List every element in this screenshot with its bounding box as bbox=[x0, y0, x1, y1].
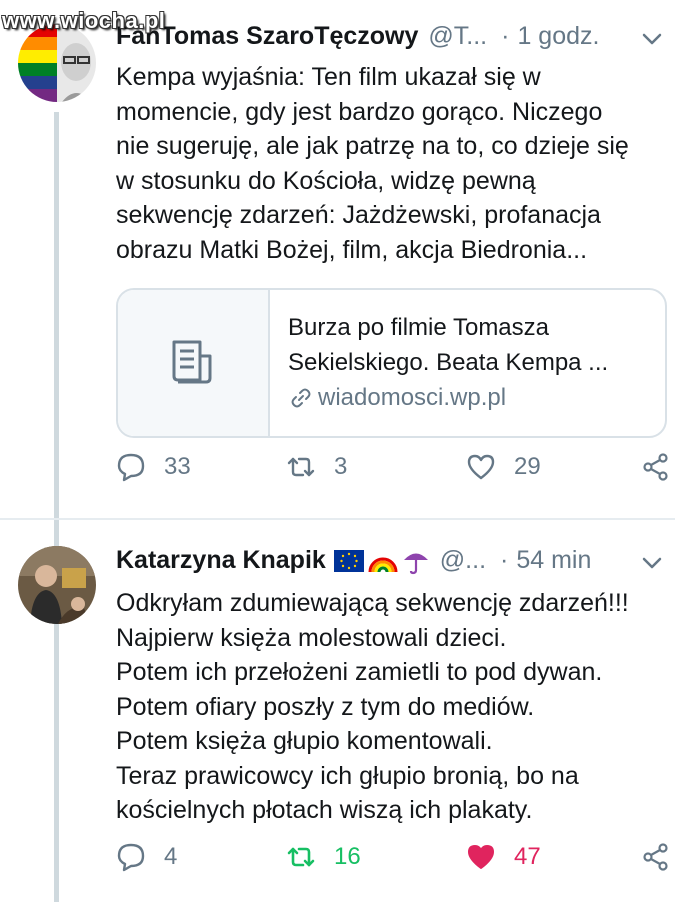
retweet-button[interactable]: 3 bbox=[286, 452, 347, 482]
timestamp[interactable]: 1 godz. bbox=[517, 22, 599, 51]
avatar[interactable] bbox=[18, 546, 96, 624]
like-button[interactable]: 29 bbox=[466, 452, 541, 482]
tweet-text-line: Teraz prawicowcy ich głupio bronią, bo n… bbox=[116, 761, 579, 790]
link-icon bbox=[291, 388, 311, 407]
rainbow-icon bbox=[368, 557, 398, 572]
heart-icon bbox=[468, 845, 494, 869]
tweet-text-line: obrazu Matki Bożej, film, akcja Biedroni… bbox=[116, 235, 588, 264]
share-icon bbox=[643, 843, 668, 871]
tweet-header: Katarzyna Knapik @... · 54 min bbox=[116, 546, 591, 575]
card-text: Burza po filmie Tomasza Sekielskiego. Be… bbox=[288, 310, 608, 415]
separator-dot: · bbox=[500, 546, 509, 574]
eu-flag-icon bbox=[333, 549, 364, 572]
retweet-icon bbox=[287, 847, 315, 867]
reply-icon bbox=[117, 843, 145, 872]
tweet-text-line: Potem księża głupio komentowali. bbox=[116, 727, 493, 755]
card-domain: wiadomosci.wp.pl bbox=[288, 380, 608, 415]
separator-dot: · bbox=[501, 22, 510, 50]
reply-button[interactable]: 33 bbox=[116, 452, 191, 482]
display-name[interactable]: Katarzyna Knapik bbox=[116, 546, 326, 575]
chevron-down-icon[interactable] bbox=[639, 26, 665, 52]
card-domain-text: wiadomosci.wp.pl bbox=[318, 384, 507, 411]
tweet-text-line: sekwencję zdarzeń: Jażdżewski, profanacj… bbox=[116, 201, 601, 229]
tweet-text-line: nie sugeruję, ale jak patrzę na to, co d… bbox=[116, 132, 629, 160]
handle[interactable]: @... bbox=[440, 546, 486, 575]
tweet-header: FanTomas SzaroTęczowy @T... · 1 godz. bbox=[116, 22, 599, 51]
tweet-text-line: Potem ofiary poszły z tym do mediów. bbox=[116, 692, 535, 721]
share-icon bbox=[643, 453, 668, 481]
tweet-actions: 33 3 29 bbox=[116, 452, 671, 492]
watermark: www.wiocha.pl bbox=[2, 8, 166, 33]
card-thumbnail bbox=[118, 290, 270, 436]
tweet-text-line: Potem ich przełożeni zamietli to pod dyw… bbox=[116, 658, 603, 686]
like-count: 29 bbox=[514, 453, 541, 480]
card-title-line: Sekielskiego. Beata Kempa ... bbox=[288, 349, 609, 376]
timestamp[interactable]: 54 min bbox=[516, 546, 591, 575]
heart-icon bbox=[467, 454, 495, 480]
like-button[interactable]: 47 bbox=[466, 842, 541, 872]
tweet-text: Odkryłam zdumiewającą sekwencję zdarzeń!… bbox=[116, 586, 661, 828]
tweet-text-line: w stosunku do Kościoła, widzę pewną bbox=[116, 166, 536, 195]
tweet-text-line: Najpierw księża molestowali dzieci. bbox=[116, 623, 507, 652]
retweet-button[interactable]: 16 bbox=[286, 842, 361, 872]
avatar[interactable] bbox=[18, 24, 96, 102]
card-title-line: Burza po filmie Tomasza bbox=[288, 314, 549, 341]
tweet-text-line: kościelnych płotach wiszą ich plakaty. bbox=[116, 796, 533, 824]
tweet-text: Kempa wyjaśnia: Ten film ukazał się w mo… bbox=[116, 60, 661, 267]
handle[interactable]: @T... bbox=[428, 22, 487, 51]
tweet-text-line: Kempa wyjaśnia: Ten film ukazał się w bbox=[116, 63, 541, 91]
tweet-actions: 4 16 47 bbox=[116, 842, 671, 882]
reply-count: 33 bbox=[164, 453, 191, 480]
like-count: 47 bbox=[514, 843, 541, 870]
tweet-2[interactable]: Katarzyna Knapik @... · 54 min Odkryłam … bbox=[0, 518, 675, 900]
reply-icon bbox=[117, 453, 145, 482]
tweet-1[interactable]: FanTomas SzaroTęczowy @T... · 1 godz. Ke… bbox=[0, 0, 675, 518]
retweet-count: 3 bbox=[334, 453, 348, 480]
link-card[interactable]: Burza po filmie Tomasza Sekielskiego. Be… bbox=[116, 288, 667, 438]
umbrella-icon bbox=[403, 553, 428, 574]
chevron-down-icon[interactable] bbox=[639, 550, 665, 576]
reply-button[interactable]: 4 bbox=[116, 842, 177, 872]
name-emojis bbox=[333, 547, 430, 575]
retweet-count: 16 bbox=[334, 843, 361, 870]
share-button[interactable] bbox=[641, 842, 671, 872]
document-icon bbox=[172, 340, 212, 384]
tweet-text-line: momencie, gdy jest bardzo gorąco. Niczeg… bbox=[116, 97, 603, 126]
retweet-icon bbox=[287, 457, 315, 477]
share-button[interactable] bbox=[641, 452, 671, 482]
reply-count: 4 bbox=[164, 843, 178, 870]
tweet-text-line: Odkryłam zdumiewającą sekwencję zdarzeń!… bbox=[116, 589, 629, 617]
